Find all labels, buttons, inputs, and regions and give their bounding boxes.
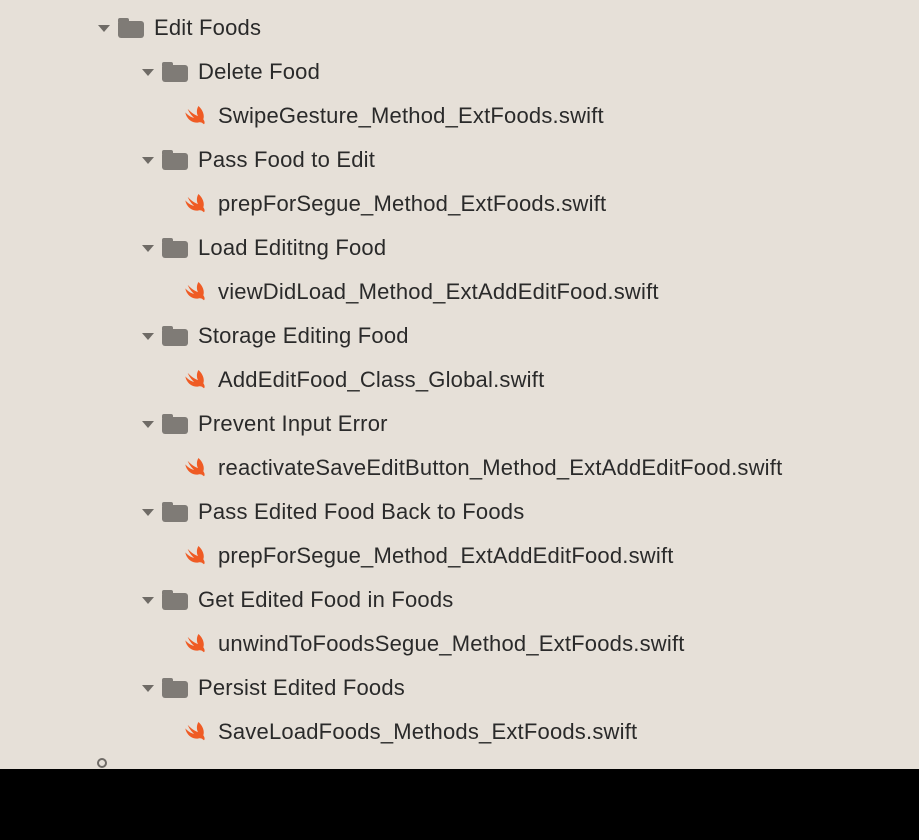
chevron-down-icon[interactable]: [140, 592, 156, 608]
swift-file-icon: [184, 192, 208, 216]
folder-label: Delete Food: [198, 59, 320, 85]
swift-file-icon: [184, 456, 208, 480]
chevron-down-icon[interactable]: [96, 20, 112, 36]
folder-icon: [162, 326, 188, 346]
file-label: reactivateSaveEditButton_Method_ExtAddEd…: [218, 455, 782, 481]
chevron-down-icon[interactable]: [140, 152, 156, 168]
tree-folder-row[interactable]: Pass Food to Edit: [0, 138, 919, 182]
tree-file-row[interactable]: viewDidLoad_Method_ExtAddEditFood.swift: [0, 270, 919, 314]
folder-label: Get Edited Food in Foods: [198, 587, 454, 613]
file-label: SaveLoadFoods_Methods_ExtFoods.swift: [218, 719, 637, 745]
tree-folder-row[interactable]: Prevent Input Error: [0, 402, 919, 446]
file-label: prepForSegue_Method_ExtAddEditFood.swift: [218, 543, 674, 569]
swift-file-icon: [184, 368, 208, 392]
file-label: AddEditFood_Class_Global.swift: [218, 367, 544, 393]
folder-icon: [162, 414, 188, 434]
tree-folder-row[interactable]: Persist Edited Foods: [0, 666, 919, 710]
partial-row-indicator: [97, 758, 107, 768]
folder-icon: [162, 238, 188, 258]
swift-file-icon: [184, 720, 208, 744]
folder-label: Edit Foods: [154, 15, 261, 41]
swift-file-icon: [184, 544, 208, 568]
swift-file-icon: [184, 280, 208, 304]
tree-folder-row[interactable]: Pass Edited Food Back to Foods: [0, 490, 919, 534]
chevron-down-icon[interactable]: [140, 416, 156, 432]
tree-folder-row[interactable]: Get Edited Food in Foods: [0, 578, 919, 622]
tree-folder-row[interactable]: Delete Food: [0, 50, 919, 94]
folder-label: Load Edititng Food: [198, 235, 386, 261]
swift-file-icon: [184, 632, 208, 656]
folder-icon: [162, 678, 188, 698]
folder-icon: [162, 150, 188, 170]
folder-icon: [118, 18, 144, 38]
file-label: SwipeGesture_Method_ExtFoods.swift: [218, 103, 604, 129]
chevron-down-icon[interactable]: [140, 240, 156, 256]
file-label: prepForSegue_Method_ExtFoods.swift: [218, 191, 606, 217]
folder-icon: [162, 590, 188, 610]
folder-label: Storage Editing Food: [198, 323, 409, 349]
tree-file-row[interactable]: SaveLoadFoods_Methods_ExtFoods.swift: [0, 710, 919, 754]
chevron-down-icon[interactable]: [140, 504, 156, 520]
file-label: unwindToFoodsSegue_Method_ExtFoods.swift: [218, 631, 685, 657]
folder-icon: [162, 502, 188, 522]
folder-label: Pass Food to Edit: [198, 147, 375, 173]
tree-file-row[interactable]: unwindToFoodsSegue_Method_ExtFoods.swift: [0, 622, 919, 666]
chevron-down-icon[interactable]: [140, 64, 156, 80]
bottom-black-bar: [0, 769, 919, 840]
folder-label: Pass Edited Food Back to Foods: [198, 499, 524, 525]
file-tree: Edit Foods Delete Food SwipeGesture_Meth…: [0, 0, 919, 754]
chevron-down-icon[interactable]: [140, 328, 156, 344]
tree-folder-row[interactable]: Storage Editing Food: [0, 314, 919, 358]
folder-label: Prevent Input Error: [198, 411, 388, 437]
chevron-down-icon[interactable]: [140, 680, 156, 696]
tree-file-row[interactable]: prepForSegue_Method_ExtFoods.swift: [0, 182, 919, 226]
swift-file-icon: [184, 104, 208, 128]
tree-folder-row-root[interactable]: Edit Foods: [0, 6, 919, 50]
tree-folder-row[interactable]: Load Edititng Food: [0, 226, 919, 270]
tree-file-row[interactable]: prepForSegue_Method_ExtAddEditFood.swift: [0, 534, 919, 578]
tree-file-row[interactable]: AddEditFood_Class_Global.swift: [0, 358, 919, 402]
tree-file-row[interactable]: reactivateSaveEditButton_Method_ExtAddEd…: [0, 446, 919, 490]
tree-file-row[interactable]: SwipeGesture_Method_ExtFoods.swift: [0, 94, 919, 138]
folder-label: Persist Edited Foods: [198, 675, 405, 701]
folder-icon: [162, 62, 188, 82]
file-label: viewDidLoad_Method_ExtAddEditFood.swift: [218, 279, 659, 305]
